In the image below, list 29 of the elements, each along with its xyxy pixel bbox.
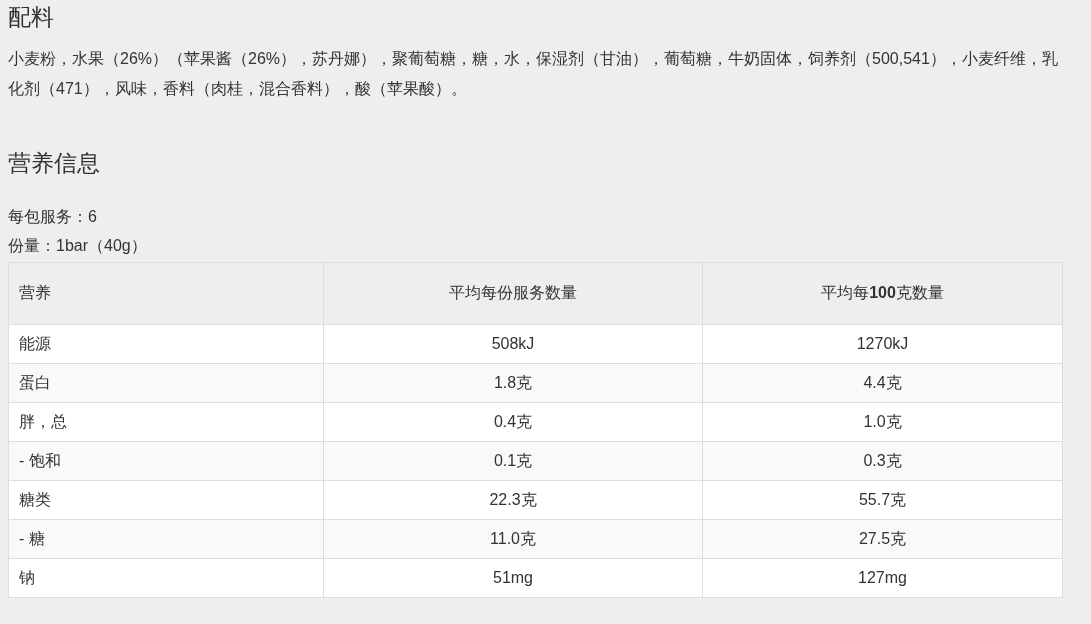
table-cell: 1270kJ [702,324,1063,364]
table-cell: - 糖 [8,519,324,559]
serving-size-text: 份量：1bar（40g） [8,236,148,256]
table-cell: 22.3克 [323,480,703,520]
table-cell: 钠 [8,558,324,598]
column-header: 营养 [8,262,324,325]
servings-text: 每包服务：6 [8,207,98,227]
table-cell: 胖，总 [8,402,324,442]
table-cell: - 饱和 [8,441,324,481]
section-heading: 配料 [8,3,55,32]
table-cell: 1.0克 [702,402,1063,442]
section-heading: 营养信息 [8,149,101,178]
ingredients-text: 小麦粉，水果（26%）（苹果酱（26%），苏丹娜），聚葡萄糖，糖，水，保湿剂（甘油），葡萄糖，牛奶固体，饲养剂（500,541），小麦纤维，乳化剂（471），风味，香料（肉桂，混合香料），酸（苹果酸）。 [8,49,1059,99]
table-cell: 127mg [702,558,1063,598]
table-cell: 蛋白 [8,363,324,403]
table-cell: 糖类 [8,480,324,520]
table-cell: 1.8克 [323,363,703,403]
column-header: 平均每100克数量 [702,262,1063,325]
table-cell: 能源 [8,324,324,364]
table-cell: 27.5克 [702,519,1063,559]
table-cell: 55.7克 [702,480,1063,520]
table-cell: 508kJ [323,324,703,364]
table-cell: 0.3克 [702,441,1063,481]
column-header: 平均每份服务数量 [323,262,703,325]
table-cell: 0.4克 [323,402,703,442]
table-cell: 11.0克 [323,519,703,559]
table-cell: 4.4克 [702,363,1063,403]
table-cell: 0.1克 [323,441,703,481]
table-cell: 51mg [323,558,703,598]
